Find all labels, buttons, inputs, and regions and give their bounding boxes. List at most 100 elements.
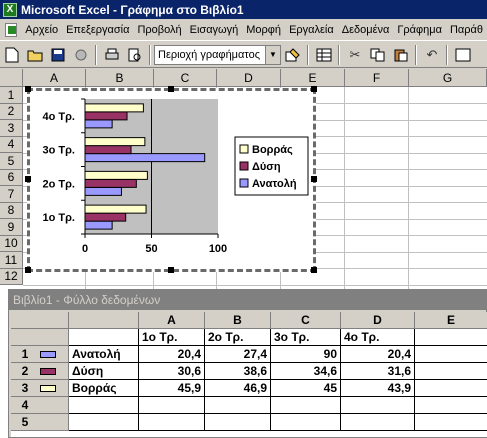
datasheet-series-label[interactable]: Δύση (69, 363, 139, 380)
column-header-f[interactable]: F (345, 69, 409, 87)
menu-window[interactable]: Παράθ (446, 24, 487, 36)
datasheet-cell[interactable] (415, 414, 487, 431)
row-header-6[interactable]: 6 (0, 169, 23, 186)
datasheet-row-header-3[interactable]: 3 (11, 380, 69, 397)
chart-objects-dropdown[interactable]: Περιοχή γραφήματος ▼ (154, 44, 281, 65)
row-header-7[interactable]: 7 (0, 186, 23, 203)
datasheet-value-cell[interactable]: 31,6 (341, 363, 415, 380)
datasheet-value-cell[interactable] (205, 414, 271, 431)
chevron-down-icon[interactable]: ▼ (265, 45, 280, 64)
chart-type-icon[interactable] (452, 44, 474, 66)
row-header-4[interactable]: 4 (0, 136, 23, 153)
menu-format[interactable]: Μορφή (242, 24, 285, 36)
datasheet-row-header-5[interactable]: 5 (11, 414, 69, 431)
datasheet-cell[interactable] (415, 380, 487, 397)
permission-icon[interactable] (70, 44, 92, 66)
datasheet-row-header-4[interactable]: 4 (11, 397, 69, 414)
datasheet-value-cell[interactable] (341, 414, 415, 431)
datasheet-series-label[interactable] (69, 414, 139, 431)
datasheet-column-header-b[interactable]: B (205, 312, 271, 329)
datasheet-series-label[interactable]: Βορράς (69, 380, 139, 397)
menu-view[interactable]: Προβολή (133, 24, 185, 36)
menu-edit[interactable]: Επεξεργασία (62, 24, 133, 36)
datasheet-icon[interactable] (313, 44, 335, 66)
datasheet-value-cell[interactable]: 38,6 (205, 363, 271, 380)
datasheet-column-header-e[interactable]: E (415, 312, 487, 329)
datasheet-cell[interactable] (69, 329, 139, 346)
chart-area[interactable]: 1ο Τρ. 2ο Τρ. 3ο Τρ. 4ο Τρ. 0 50 100 Βορράς Δύση… (30, 91, 313, 269)
excel-icon[interactable]: X (3, 2, 17, 17)
datasheet-quarter-header[interactable]: 2ο Τρ. (205, 329, 271, 346)
datasheet-cell[interactable] (415, 346, 487, 363)
row-header-9[interactable]: 9 (0, 219, 23, 236)
datasheet-corner[interactable] (11, 312, 69, 329)
datasheet-value-cell[interactable] (139, 397, 205, 414)
resize-handle-sw[interactable] (25, 267, 31, 273)
print-preview-icon[interactable] (124, 44, 146, 66)
print-icon[interactable] (101, 44, 123, 66)
datasheet-row-header-2[interactable]: 2 (11, 363, 69, 380)
cut-icon[interactable]: ✂ (344, 44, 366, 66)
resize-handle-e[interactable] (311, 176, 317, 182)
resize-handle-se[interactable] (311, 267, 317, 273)
row-header-11[interactable]: 11 (0, 252, 23, 269)
datasheet-column-header-c[interactable]: C (271, 312, 341, 329)
datasheet-quarter-header[interactable]: 3ο Τρ. (271, 329, 341, 346)
resize-handle-w[interactable] (25, 176, 31, 182)
column-header-a[interactable]: A (23, 69, 86, 87)
datasheet-column-header-label[interactable] (69, 312, 139, 329)
datasheet-row-header-blank[interactable] (11, 329, 69, 346)
datasheet-quarter-header[interactable]: 1ο Τρ. (139, 329, 205, 346)
datasheet-title-bar[interactable]: Βιβλίο1 - Φύλλο δεδομένων (9, 290, 486, 310)
datasheet-value-cell[interactable]: 46,9 (205, 380, 271, 397)
datasheet-value-cell[interactable] (271, 414, 341, 431)
format-chart-area-icon[interactable] (282, 44, 304, 66)
datasheet-value-cell[interactable] (341, 397, 415, 414)
datasheet-value-cell[interactable] (271, 397, 341, 414)
datasheet-cell[interactable] (415, 329, 487, 346)
datasheet-quarter-header[interactable]: 4ο Τρ. (341, 329, 415, 346)
datasheet-value-cell[interactable]: 45,9 (139, 380, 205, 397)
row-header-10[interactable]: 10 (0, 235, 23, 252)
datasheet-series-label[interactable]: Ανατολή (69, 346, 139, 363)
column-header-e[interactable]: E (281, 69, 345, 87)
datasheet-value-cell[interactable] (139, 414, 205, 431)
menu-insert[interactable]: Εισαγωγή (186, 24, 243, 36)
paste-icon[interactable] (390, 44, 412, 66)
datasheet-value-cell[interactable]: 45 (271, 380, 341, 397)
column-header-c[interactable]: C (154, 69, 217, 87)
datasheet-value-cell[interactable]: 34,6 (271, 363, 341, 380)
column-header-b[interactable]: B (86, 69, 154, 87)
datasheet-value-cell[interactable]: 27,4 (205, 346, 271, 363)
datasheet-value-cell[interactable]: 20,4 (341, 346, 415, 363)
datasheet-value-cell[interactable]: 43,9 (341, 380, 415, 397)
row-header-8[interactable]: 8 (0, 202, 23, 219)
resize-handle-ne[interactable] (311, 86, 317, 92)
menu-tools[interactable]: Εργαλεία (285, 24, 338, 36)
row-header-1[interactable]: 1 (0, 87, 23, 104)
select-all-corner[interactable] (0, 69, 23, 87)
row-header-2[interactable]: 2 (0, 103, 23, 120)
datasheet-value-cell[interactable] (205, 397, 271, 414)
resize-handle-n[interactable] (168, 86, 174, 92)
datasheet-row-header-1[interactable]: 1 (11, 346, 69, 363)
row-header-12[interactable]: 12 (0, 268, 23, 285)
workbook-icon[interactable] (5, 22, 18, 37)
resize-handle-nw[interactable] (25, 86, 31, 92)
datasheet-value-cell[interactable]: 30,6 (139, 363, 205, 380)
new-document-icon[interactable] (1, 44, 23, 66)
undo-icon[interactable]: ↶ (421, 44, 443, 66)
column-header-g[interactable]: G (409, 69, 487, 87)
menu-file[interactable]: Αρχείο (21, 24, 62, 36)
open-folder-icon[interactable] (24, 44, 46, 66)
save-icon[interactable] (47, 44, 69, 66)
datasheet-column-header-d[interactable]: D (341, 312, 415, 329)
datasheet-cell[interactable] (415, 363, 487, 380)
datasheet-series-label[interactable] (69, 397, 139, 414)
menu-data[interactable]: Δεδομένα (338, 24, 394, 36)
row-header-3[interactable]: 3 (0, 120, 23, 137)
datasheet-cell[interactable] (415, 397, 487, 414)
embedded-chart[interactable]: 1ο Τρ. 2ο Τρ. 3ο Τρ. 4ο Τρ. 0 50 100 Βορράς Δύση… (27, 88, 316, 272)
column-header-d[interactable]: D (217, 69, 281, 87)
datasheet-value-cell[interactable]: 20,4 (139, 346, 205, 363)
